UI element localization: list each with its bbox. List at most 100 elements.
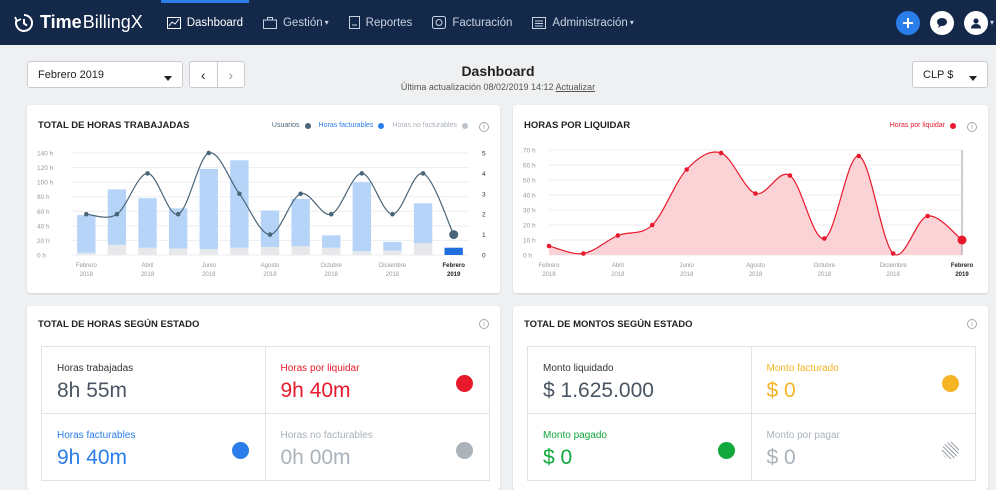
info-icon[interactable]: i [967, 319, 977, 329]
x-tick-month: Febrero [951, 263, 974, 269]
y2-tick-label: 0 [482, 253, 486, 260]
status-value: 9h 40m [280, 379, 351, 402]
list-icon [532, 16, 547, 29]
bar-facturables [260, 210, 280, 247]
chevron-down-icon[interactable]: ▾ [990, 18, 994, 27]
messages-button[interactable] [929, 10, 954, 35]
briefcase-icon [262, 16, 277, 29]
y-tick-label: 120 h [37, 165, 54, 172]
info-icon[interactable]: i [479, 319, 489, 329]
x-tick-year: 2018 [542, 272, 556, 278]
y2-tick-label: 2 [482, 212, 486, 219]
y-tick-label: 0 h [523, 253, 532, 260]
status-label: Horas no facturables [280, 429, 373, 441]
currency-select[interactable]: CLP $ [912, 61, 988, 88]
usuarios-point [114, 211, 120, 217]
bar-no-facturables [383, 250, 402, 255]
x-tick-month: Abril [612, 263, 624, 269]
status-dot-icon [942, 375, 959, 392]
usuarios-point [267, 232, 273, 237]
x-tick-month: Diciembre [880, 263, 908, 269]
card-horas-segun-estado: TOTAL DE HORAS SEGÚN ESTADO i Horas trab… [27, 306, 500, 490]
last-update: Última actualización 08/02/2019 14:12 Ac… [0, 82, 996, 92]
page-title: Dashboard [461, 63, 535, 79]
data-point [615, 233, 621, 238]
amounts-status-grid: Monto liquidado $ 1.625.000 Monto facturad… [527, 346, 976, 481]
status-cell-horas-no-facturables: Horas no facturables 0h 00m [266, 414, 490, 481]
x-tick-month: Febrero [538, 263, 560, 269]
x-tick-year: 2018 [886, 272, 900, 278]
x-tick-month: Junio [202, 263, 217, 269]
x-tick-year: 2018 [80, 272, 94, 278]
top-navbar: Time BillingX Dashboard Gestión ▾ Reportes… [0, 0, 996, 45]
chevron-down-icon [969, 76, 977, 81]
x-tick-year: 2018 [818, 272, 832, 278]
brand-logo[interactable]: Time BillingX [14, 0, 143, 45]
bar-facturables [413, 203, 433, 244]
chat-bubble-icon [936, 18, 947, 28]
bar-facturables [199, 169, 218, 250]
y2-tick-label: 3 [482, 191, 486, 198]
status-value: 8h 55m [57, 379, 128, 402]
status-label: Horas facturables [57, 429, 136, 441]
nav-facturacion[interactable]: Facturación [422, 0, 522, 45]
status-cell-monto-pagado: Monto pagado $ 0 [528, 413, 752, 480]
x-tick-year: 2018 [749, 272, 763, 278]
y-tick-label: 70 h [523, 148, 536, 155]
data-point [581, 251, 586, 256]
x-tick-month: Diciembre [379, 263, 407, 269]
card-title: TOTAL DE HORAS SEGÚN ESTADO [38, 319, 200, 330]
x-tick-month: Junio [679, 263, 694, 269]
status-cell-monto-facturado: Monto facturado $ 0 [751, 347, 975, 414]
bar-no-facturables [413, 243, 433, 255]
data-point [649, 222, 655, 228]
status-label: Monto pagado [543, 429, 607, 441]
y-tick-label: 20 h [523, 223, 536, 230]
usuarios-point [390, 211, 395, 217]
usuarios-point [328, 211, 334, 217]
status-cell-horas-facturables: Horas facturables 9h 40m [42, 413, 266, 480]
y2-tick-label: 5 [482, 151, 486, 158]
status-dot-icon [456, 441, 473, 459]
usuarios-point [145, 171, 150, 176]
hours-to-settle-chart: 0 h 10 h 20 h 30 h 40 h 50 h 60 h 70 h Febrero 20… [523, 148, 974, 279]
x-tick-year: 2018 [325, 272, 339, 278]
data-point [890, 251, 896, 256]
bar-facturables [352, 182, 372, 252]
bar-no-facturables [260, 246, 280, 255]
status-cell-monto-liquidado: Monto liquidado $ 1.625.000 [528, 347, 752, 414]
data-point [684, 167, 689, 172]
status-label: Monto por pagar [766, 429, 840, 441]
brand-name-rest: BillingX [82, 12, 143, 32]
y-tick-label: 60 h [37, 209, 50, 216]
nav-administracion[interactable]: Administración ▾ [522, 0, 643, 45]
user-menu-button[interactable] [963, 10, 988, 35]
nav-reportes[interactable]: Reportes [339, 0, 423, 45]
y-tick-label: 60 h [523, 163, 536, 170]
status-value: $ 0 [766, 445, 796, 469]
bar-no-facturables [107, 244, 127, 255]
bar-no-facturables [199, 249, 218, 255]
refresh-link[interactable]: Actualizar [556, 82, 596, 92]
status-label: Horas trabajadas [57, 363, 134, 374]
bar-no-facturables [352, 251, 372, 255]
bar-no-facturables [291, 246, 310, 255]
usuarios-point [449, 230, 459, 240]
status-value: $ 0 [766, 379, 796, 402]
data-point [787, 173, 793, 178]
nav-gestion[interactable]: Gestión ▾ [253, 0, 339, 45]
status-value: $ 1.625.000 [543, 379, 654, 402]
nav-administracion-label: Administración [552, 16, 628, 29]
x-tick-year: 2018 [141, 272, 155, 278]
nav-dashboard[interactable]: Dashboard [157, 0, 253, 45]
bar-no-facturables [138, 247, 157, 255]
data-point [546, 243, 552, 249]
y-tick-label: 10 h [523, 238, 536, 245]
data-point [957, 235, 967, 245]
bar-facturables [383, 241, 402, 251]
money-icon [432, 16, 447, 29]
add-button[interactable] [895, 10, 920, 35]
status-cell-horas-por-liquidar: Horas por liquidar 9h 40m [265, 347, 489, 414]
x-tick-year: 2018 [680, 272, 694, 278]
x-tick-month: Febrero [76, 263, 98, 269]
